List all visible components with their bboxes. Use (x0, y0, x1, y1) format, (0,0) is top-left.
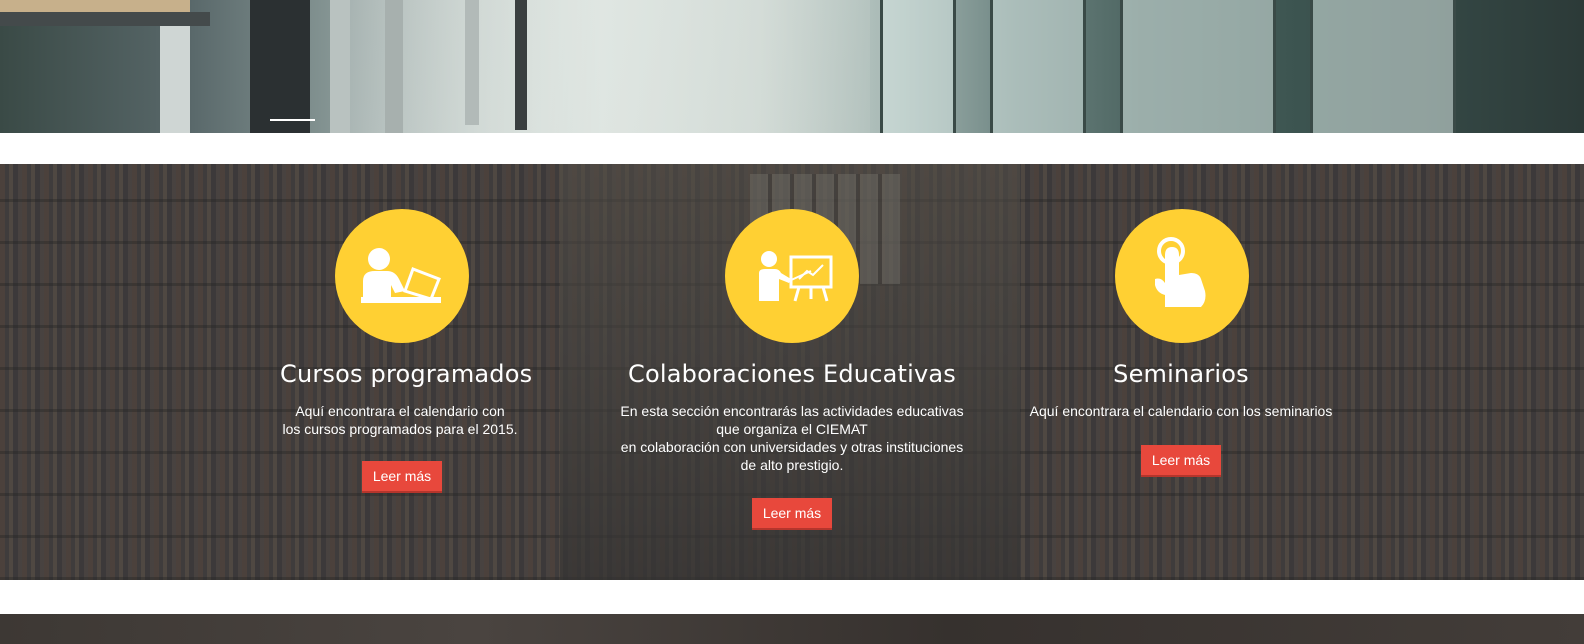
feature-description: En esta sección encontrarás las activida… (620, 403, 964, 473)
feature-title: Seminarios (1113, 360, 1249, 388)
feature-title: Colaboraciones Educativas (628, 360, 956, 388)
feature-description: Aquí encontrara el calendario con los cu… (282, 403, 518, 437)
feature-title: Cursos programados (280, 360, 533, 388)
person-laptop-icon (335, 209, 469, 343)
read-more-button[interactable]: Leer más (1141, 445, 1221, 475)
features-section: Cursos programados Aquí encontrara el ca… (0, 164, 1584, 580)
feature-description: Aquí encontrara el calendario con los se… (1029, 403, 1333, 419)
hand-pointer-icon (1115, 209, 1249, 343)
read-more-button[interactable]: Leer más (752, 498, 832, 528)
read-more-button[interactable]: Leer más (362, 461, 442, 491)
slider-indicator[interactable] (270, 119, 315, 121)
teacher-presentation-icon (725, 209, 859, 343)
hero-classroom-image (0, 0, 1584, 133)
footer-image-band (0, 614, 1584, 644)
